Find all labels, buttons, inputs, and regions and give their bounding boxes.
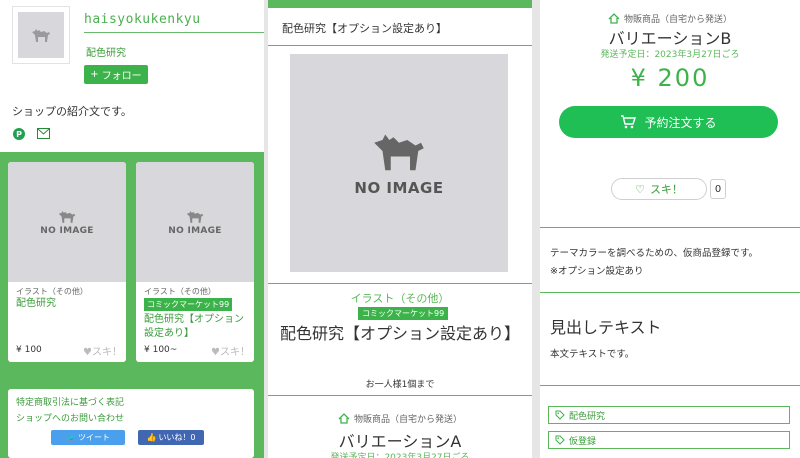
product-card[interactable]: NO IMAGE イラスト（その他） コミックマーケット99 配色研究【オプショ… [136, 162, 254, 362]
product-card[interactable]: NO IMAGE イラスト（その他） 配色研究 ¥ 100 ♥スキ！ [8, 162, 126, 362]
divider [540, 227, 800, 228]
cart-icon [621, 115, 637, 129]
column-gutter [532, 0, 540, 458]
variant-name: バリエーションA [338, 432, 462, 451]
camel-icon [58, 210, 76, 223]
card-category: イラスト（その他） [16, 287, 88, 296]
ship-date: 発送予定日：2023年3月27日ごろ [330, 453, 470, 458]
price: ¥ 200 [630, 64, 710, 92]
divider [268, 45, 532, 46]
shop-column: haisyokukenkyu 配色研究 + フォロー ショップの紹介文です。 P… [0, 0, 264, 458]
card-category: イラスト（その他） [144, 287, 216, 296]
plus-icon: + [90, 69, 99, 80]
shipping-type: 物販商品（自宅から発送） [540, 12, 800, 25]
preorder-button[interactable]: 予約注文する [559, 106, 778, 138]
legal-box: 特定商取引法に基づく表記 ショップへのお問い合わせ 🐦 ツイート 👍 いいね！0 [8, 389, 254, 458]
purchase-limit: お一人様1個まで [365, 380, 435, 390]
camel-icon [374, 134, 424, 171]
tokutei-link[interactable]: 特定商取引法に基づく表記 [16, 395, 124, 408]
product-main-image[interactable]: NO IMAGE [290, 54, 508, 272]
divider [84, 32, 264, 33]
card-title[interactable]: 配色研究【オプション設定あり】 [144, 313, 248, 341]
body-text: 本文テキストです。 [550, 349, 635, 360]
follow-label: フォロー [101, 71, 142, 82]
no-image-label: NO IMAGE [40, 225, 94, 236]
header-title: 配色研究【オプション設定あり】 [282, 22, 447, 35]
divider [540, 292, 800, 293]
contact-link[interactable]: ショップへのお問い合わせ [16, 411, 124, 424]
detail-column: 物販商品（自宅から発送） バリエーションB 発送予定日：2023年3月27日ごろ… [540, 0, 800, 458]
tag-link[interactable]: 仮登録 [548, 431, 790, 449]
shop-header: haisyokukenkyu 配色研究 + フォロー [0, 0, 264, 92]
card-price: ¥ 100 [16, 345, 42, 355]
like-label: スキ！ [220, 347, 250, 358]
ship-date: 発送予定日：2023年3月27日ごろ [600, 50, 740, 60]
tag-icon [555, 435, 565, 445]
like-count: 0 [710, 179, 726, 199]
camel-icon [186, 210, 204, 223]
section-heading: 見出しテキスト [550, 318, 662, 337]
like-button[interactable]: ♡ スキ！ [611, 178, 707, 200]
divider [540, 385, 800, 386]
card-like[interactable]: ♥スキ！ [211, 343, 250, 358]
shipping-type: 物販商品（自宅から発送） [268, 412, 532, 425]
card-title[interactable]: 配色研究 [16, 297, 120, 311]
product-thumbnail[interactable]: NO IMAGE [136, 162, 254, 282]
shipping-label: 物販商品（自宅から発送） [623, 15, 732, 25]
avatar[interactable] [12, 6, 70, 64]
card-like[interactable]: ♥スキ！ [83, 343, 122, 358]
no-image-label: NO IMAGE [354, 179, 444, 197]
preorder-label: 予約注文する [644, 115, 717, 130]
thumbs-up-icon: 👍 [146, 433, 157, 442]
camel-icon [18, 12, 64, 58]
like-label: スキ！ [649, 183, 683, 196]
tweet-label: ツイート [77, 433, 110, 442]
tweet-button[interactable]: 🐦 ツイート [51, 430, 125, 445]
shop-subtitle: 配色研究 [86, 48, 126, 59]
tag-icon [555, 410, 565, 420]
shop-intro: ショップの紹介文です。 [12, 105, 132, 118]
tag-label: 仮登録 [569, 436, 597, 447]
product-category[interactable]: イラスト（その他） [268, 290, 532, 306]
home-icon [338, 413, 350, 424]
shop-name[interactable]: haisyokukenkyu [84, 12, 201, 27]
description-line: テーマカラーを調べるための、仮商品登録です。 [550, 248, 759, 259]
event-badge: コミックマーケット99 [144, 298, 233, 311]
home-icon [608, 13, 620, 24]
mail-icon[interactable] [37, 128, 50, 139]
facebook-like-button[interactable]: 👍 いいね！0 [138, 430, 204, 445]
accent-bar [268, 0, 532, 8]
product-name: 配色研究【オプション設定あり】 [279, 324, 520, 343]
divider [268, 395, 532, 396]
pixiv-icon[interactable]: P [13, 128, 25, 140]
product-column: 配色研究【オプション設定あり】 NO IMAGE イラスト（その他） コミックマ… [268, 0, 532, 458]
twitter-icon: 🐦 [66, 433, 76, 442]
tag-link[interactable]: 配色研究 [548, 406, 790, 424]
no-image-label: NO IMAGE [168, 225, 222, 236]
follow-button[interactable]: + フォロー [84, 65, 148, 84]
card-price: ¥ 100~ [144, 345, 178, 355]
like-label: スキ！ [92, 347, 122, 358]
shipping-label: 物販商品（自宅から発送） [353, 415, 462, 425]
divider [268, 283, 532, 284]
event-badge: コミックマーケット99 [358, 307, 449, 320]
heart-icon: ♡ [635, 182, 645, 196]
fb-like-label: いいね！0 [158, 433, 196, 442]
description-line: ※オプション設定あり [550, 266, 644, 277]
variant-name: バリエーションB [608, 29, 732, 48]
tag-label: 配色研究 [569, 411, 606, 422]
product-thumbnail[interactable]: NO IMAGE [8, 162, 126, 282]
